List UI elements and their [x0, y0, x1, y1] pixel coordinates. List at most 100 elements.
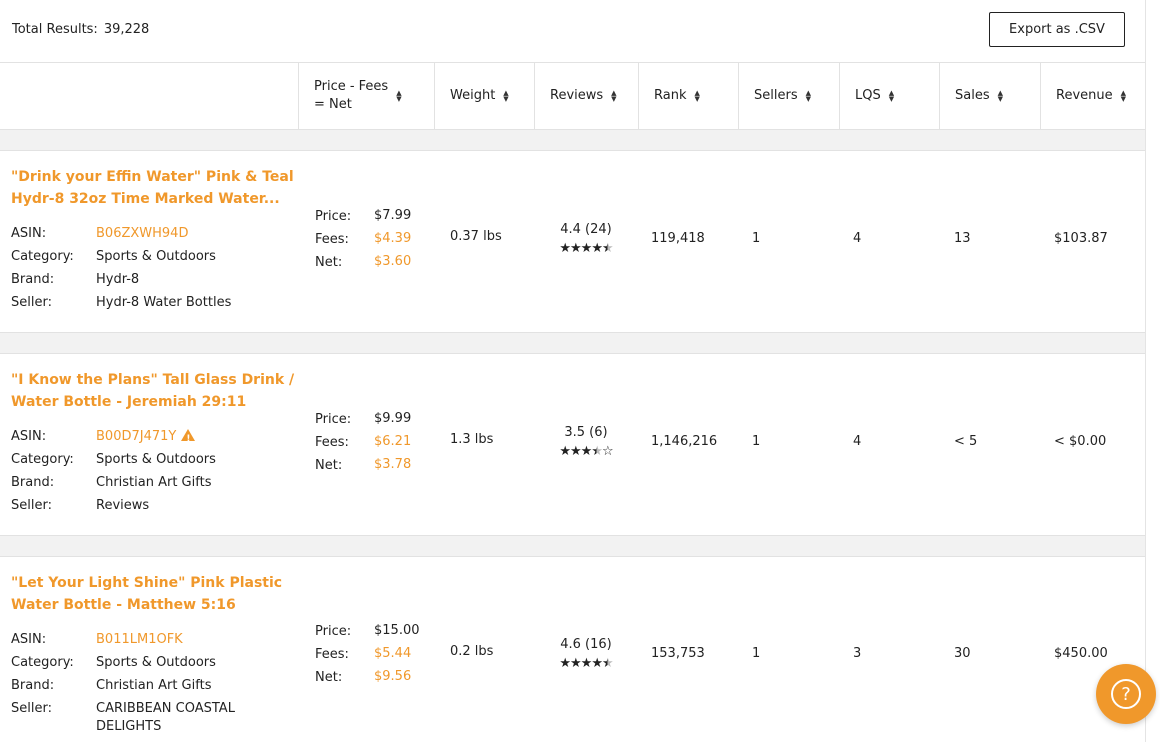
export-csv-button[interactable]: Export as .CSV	[989, 12, 1125, 47]
column-header-sellers[interactable]: Sellers ▲ ▼	[738, 63, 839, 129]
category-value: Sports & Outdoors	[96, 249, 216, 264]
row-spacer	[0, 536, 1145, 557]
revenue-value: $103.87	[1054, 231, 1108, 246]
revenue-value: $450.00	[1054, 646, 1108, 661]
table-row: "Drink your Effin Water" Pink & Teal Hyd…	[0, 151, 1145, 333]
asin-cell: B00D7J471Y	[96, 428, 291, 448]
fees-label: Fees:	[315, 647, 349, 662]
help-question-icon: ?	[1111, 679, 1141, 709]
sort-arrows-icon[interactable]: ▲ ▼	[1121, 90, 1126, 103]
column-header-weight-label: Weight	[450, 88, 496, 103]
sort-arrows-icon[interactable]: ▲ ▼	[806, 90, 811, 103]
seller-value-line1: CARIBBEAN COASTAL	[96, 701, 235, 716]
seller-value: Hydr-8 Water Bottles	[96, 294, 291, 312]
star-icon: ☆	[601, 444, 614, 459]
star-icon: ★	[580, 444, 593, 459]
column-header-sales-label: Sales	[955, 88, 990, 103]
column-header-rank[interactable]: Rank ▲ ▼	[638, 63, 738, 129]
product-title-line1[interactable]: "Drink your Effin Water" Pink & Teal	[11, 166, 301, 188]
weight-value: 0.37 lbs	[450, 229, 502, 244]
product-title-link[interactable]: "Drink your Effin Water" Pink & Teal Hyd…	[11, 166, 301, 210]
column-header-revenue-label: Revenue	[1056, 88, 1113, 103]
table-row: "I Know the Plans" Tall Glass Drink / Wa…	[0, 354, 1145, 536]
column-header-revenue[interactable]: Revenue ▲ ▼	[1040, 63, 1145, 129]
sort-arrows-icon[interactable]: ▲ ▼	[396, 90, 401, 103]
column-header-price-line2: = Net	[314, 97, 352, 112]
sellers-value: 1	[752, 646, 761, 661]
rank-value: 1,146,216	[651, 434, 718, 449]
product-title-line2[interactable]: Water Bottle - Jeremiah 29:11	[11, 391, 301, 413]
brand-label: Brand:	[11, 272, 55, 287]
star-icon: ★	[580, 241, 593, 256]
category-label: Category:	[11, 249, 74, 264]
sort-arrows-icon[interactable]: ▲ ▼	[503, 90, 508, 103]
rank-value: 119,418	[651, 231, 705, 246]
price-value: $15.00	[374, 623, 420, 638]
net-label: Net:	[315, 255, 343, 270]
warning-triangle-icon[interactable]	[181, 429, 196, 448]
column-header-reviews[interactable]: Reviews ▲ ▼	[534, 63, 638, 129]
seller-value: CARIBBEAN COASTAL DELIGHTS	[96, 700, 291, 736]
sort-arrows-icon[interactable]: ▲ ▼	[998, 90, 1003, 103]
sort-arrows-icon[interactable]: ▲ ▼	[694, 90, 699, 103]
seller-label: Seller:	[11, 701, 52, 716]
sort-arrows-icon[interactable]: ▲ ▼	[889, 90, 894, 103]
product-title-line2[interactable]: Water Bottle - Matthew 5:16	[11, 594, 301, 616]
product-title-line1[interactable]: "Let Your Light Shine" Pink Plastic	[11, 572, 301, 594]
star-icon: ★	[591, 656, 603, 671]
asin-link[interactable]: B011LM1OFK	[96, 631, 291, 649]
price-label: Price:	[315, 209, 352, 224]
column-header-rank-label: Rank	[654, 88, 687, 103]
table-row: "Let Your Light Shine" Pink Plastic Wate…	[0, 557, 1145, 742]
asin-label: ASIN:	[11, 632, 47, 647]
brand-value: Hydr-8	[96, 272, 140, 287]
product-title-link[interactable]: "Let Your Light Shine" Pink Plastic Wate…	[11, 572, 301, 616]
seller-label: Seller:	[11, 295, 52, 310]
fees-value: $6.21	[374, 434, 412, 449]
column-header-weight[interactable]: Weight ▲ ▼	[434, 63, 534, 129]
sellers-value: 1	[752, 434, 761, 449]
star-icon: ★	[580, 656, 593, 671]
category-value: Sports & Outdoors	[96, 452, 216, 467]
star-icon: ★	[601, 656, 614, 671]
fees-value: $5.44	[374, 646, 412, 661]
asin-link[interactable]: B00D7J471Y	[96, 429, 176, 444]
panel-border	[1145, 0, 1146, 742]
row-spacer	[0, 130, 1145, 151]
net-value: $3.60	[374, 254, 412, 269]
price-label: Price:	[315, 412, 352, 427]
sales-value: 30	[954, 646, 971, 661]
asin-label: ASIN:	[11, 429, 47, 444]
results-toolbar: Total Results: 39,228 Export as .CSV	[0, 0, 1145, 62]
review-score: 3.5 (6)	[564, 425, 608, 440]
star-icon: ★	[570, 444, 582, 459]
asin-link[interactable]: B06ZXWH94D	[96, 225, 291, 243]
total-results: Total Results: 39,228	[12, 22, 149, 37]
sales-value: 13	[954, 231, 971, 246]
net-label: Net:	[315, 458, 343, 473]
star-icon: ★	[570, 656, 582, 671]
net-value: $9.56	[374, 669, 412, 684]
product-title-line2[interactable]: Hydr-8 32oz Time Marked Water...	[11, 188, 301, 210]
column-header-price[interactable]: Price - Fees = Net ▲ ▼	[298, 63, 434, 129]
seller-value-line2: DELIGHTS	[96, 719, 162, 734]
seller-value-line1: Hydr-8 Water Bottles	[96, 295, 232, 310]
total-results-label: Total Results:	[12, 22, 98, 37]
brand-value: Christian Art Gifts	[96, 678, 212, 693]
product-title-line1[interactable]: "I Know the Plans" Tall Glass Drink /	[11, 369, 301, 391]
price-value: $7.99	[374, 208, 412, 223]
star-icon: ★	[559, 656, 571, 671]
help-button[interactable]: ?	[1096, 664, 1156, 724]
review-score: 4.4 (24)	[560, 222, 612, 237]
weight-value: 0.2 lbs	[450, 644, 494, 659]
sort-arrows-icon[interactable]: ▲ ▼	[611, 90, 616, 103]
fees-value: $4.39	[374, 231, 412, 246]
price-label: Price:	[315, 624, 352, 639]
fees-label: Fees:	[315, 232, 349, 247]
column-header-lqs[interactable]: LQS ▲ ▼	[839, 63, 939, 129]
product-title-link[interactable]: "I Know the Plans" Tall Glass Drink / Wa…	[11, 369, 301, 413]
column-header-sales[interactable]: Sales ▲ ▼	[939, 63, 1040, 129]
category-label: Category:	[11, 452, 74, 467]
price-value: $9.99	[374, 411, 412, 426]
brand-value: Christian Art Gifts	[96, 475, 212, 490]
